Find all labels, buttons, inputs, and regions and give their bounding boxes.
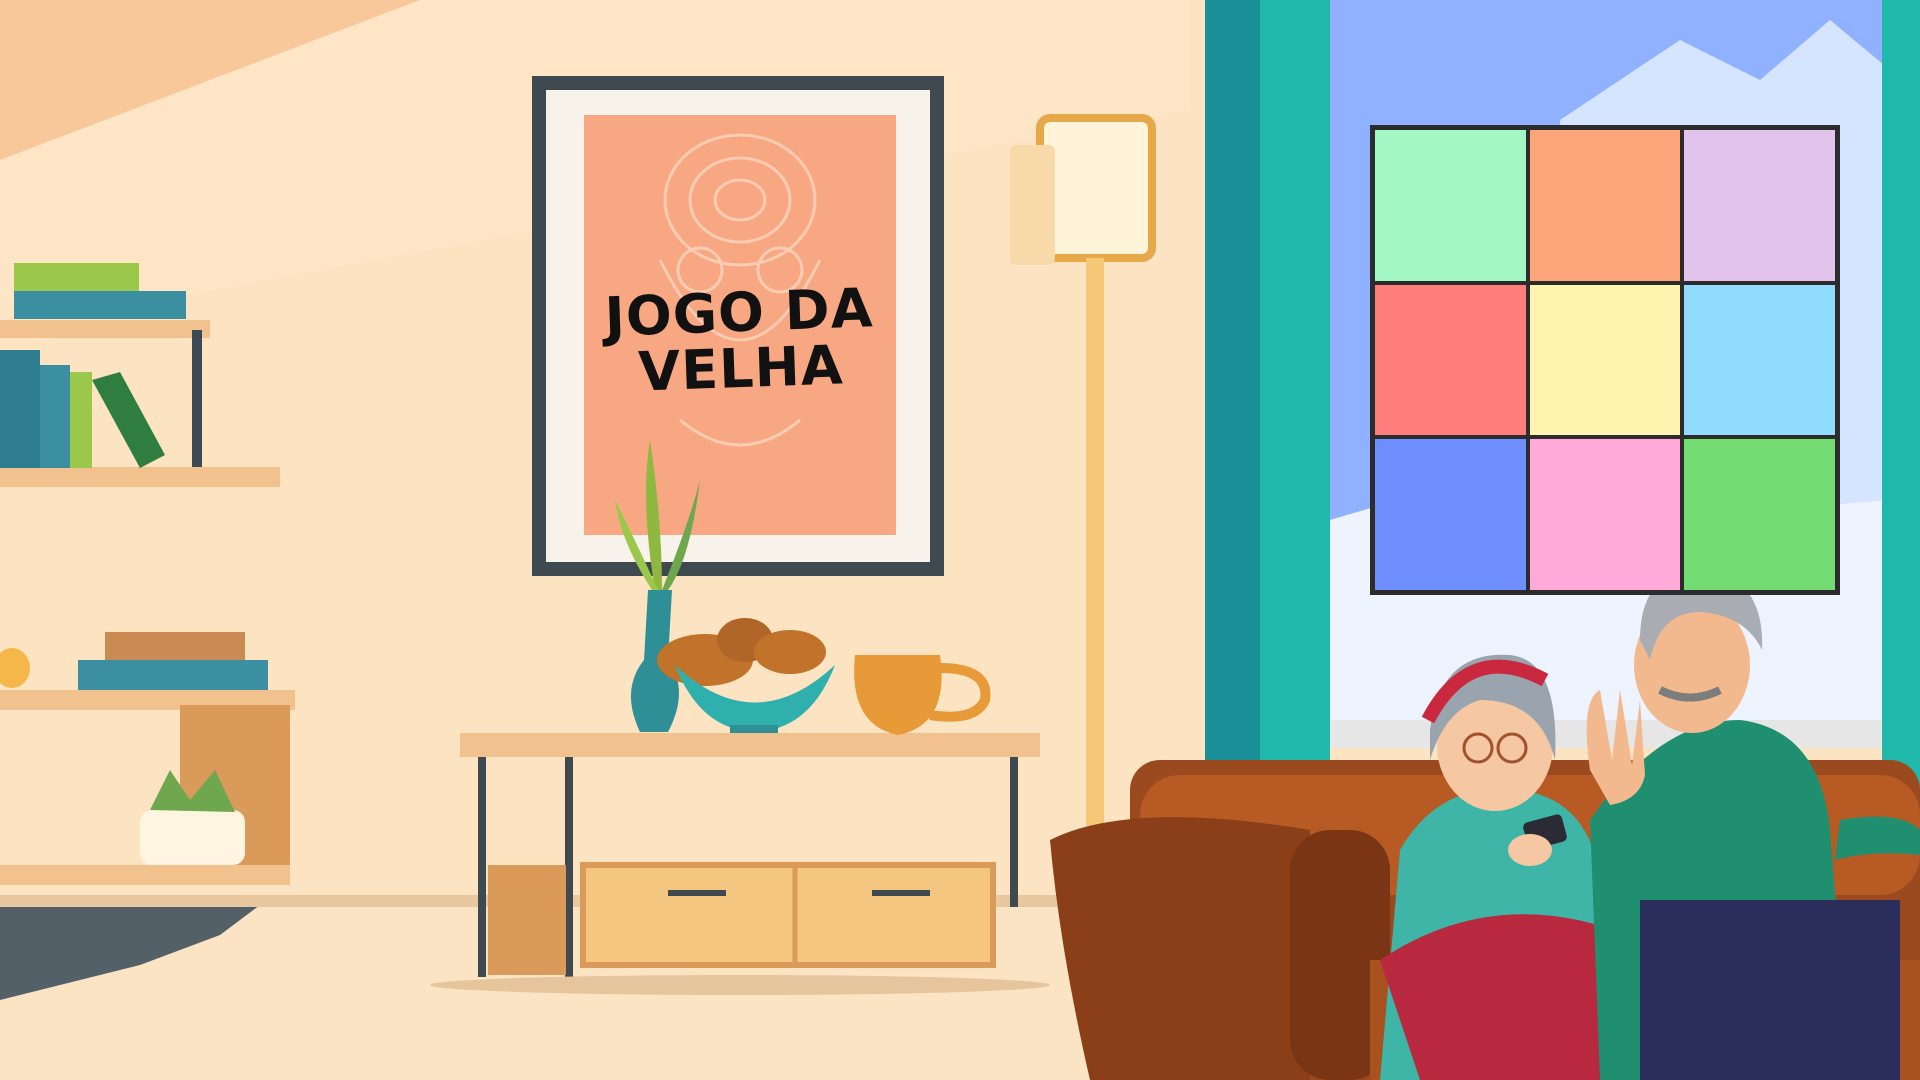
board-cell-6[interactable] <box>1682 282 1837 438</box>
board-cell-4[interactable] <box>1373 282 1528 438</box>
tic-tac-toe-board <box>1370 125 1840 595</box>
poster-title: JOGO DA VELHA <box>603 276 875 404</box>
board-cell-3[interactable] <box>1682 128 1837 283</box>
board-cell-5[interactable] <box>1527 282 1683 438</box>
board-cell-2[interactable] <box>1527 128 1683 283</box>
board-cell-9[interactable] <box>1682 437 1837 592</box>
board-cell-1[interactable] <box>1373 128 1528 283</box>
board-cell-7[interactable] <box>1373 437 1528 592</box>
board-cell-8[interactable] <box>1527 437 1683 592</box>
